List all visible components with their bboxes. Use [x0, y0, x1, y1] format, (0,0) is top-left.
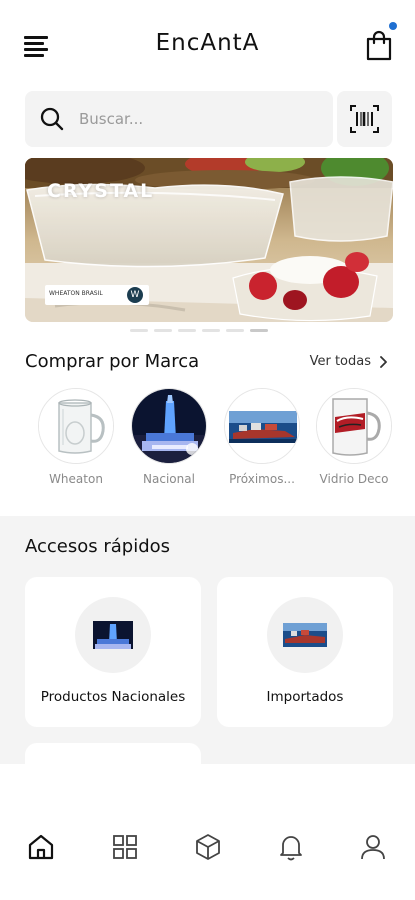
search-box[interactable] [25, 91, 333, 147]
carousel-dot-active[interactable] [250, 329, 268, 332]
promo-banner[interactable]: CRYSTAL WHEATON BRASIL W [25, 158, 393, 322]
brand-name: Nacional [143, 472, 195, 486]
brand-logo [316, 388, 392, 464]
search-input[interactable] [79, 91, 319, 147]
see-all-brands-link[interactable]: Ver todas [310, 354, 387, 369]
search-icon [39, 106, 65, 132]
banner-brand-text: CRYSTAL [47, 180, 155, 202]
brands-section-title: Comprar por Marca [25, 351, 200, 372]
card-icon [267, 597, 343, 673]
banner-logo-badge: W [127, 287, 143, 303]
search-bar [25, 91, 392, 147]
brand-name: Wheaton [49, 472, 103, 486]
see-all-label: Ver todas [309, 354, 371, 369]
card-label: Importados [266, 689, 344, 705]
card-icon [75, 597, 151, 673]
cart-notification-dot [389, 22, 397, 30]
app-title: EncAntA [155, 30, 260, 56]
carousel-dot[interactable] [178, 329, 196, 332]
brand-name: Próximos... [229, 472, 295, 486]
barcode-scan-button[interactable] [337, 91, 392, 147]
chevron-right-icon [380, 355, 387, 368]
brand-item-proximos[interactable]: Próximos... [222, 388, 302, 486]
brand-item-nacional[interactable]: Nacional [129, 388, 209, 486]
shopping-bag-icon[interactable] [363, 22, 397, 64]
app-header: EncAntA [0, 0, 415, 92]
banner-logo: WHEATON BRASIL W [45, 285, 149, 305]
card-label: Productos Nacionales [40, 689, 186, 705]
grid-icon[interactable] [110, 832, 140, 862]
brand-logo [224, 388, 300, 464]
brand-logo [131, 388, 207, 464]
quick-access-title: Accesos rápidos [25, 536, 171, 557]
bell-icon[interactable] [276, 832, 306, 862]
bottom-navigation [0, 764, 415, 900]
brand-logo [38, 388, 114, 464]
barcode-scan-icon [350, 105, 379, 133]
brand-name: Vidrio Deco [319, 472, 389, 486]
brand-item-wheaton[interactable]: Wheaton [36, 388, 116, 486]
carousel-dot[interactable] [202, 329, 220, 332]
user-icon[interactable] [358, 832, 388, 862]
carousel-dot[interactable] [154, 329, 172, 332]
banner-logo-text: WHEATON BRASIL [49, 290, 103, 297]
brand-item-vidrio-deco[interactable]: Vidrio Deco [314, 388, 394, 486]
home-icon[interactable] [26, 832, 56, 862]
carousel-indicator [130, 329, 268, 332]
box-icon[interactable] [193, 832, 223, 862]
carousel-dot[interactable] [130, 329, 148, 332]
carousel-dot[interactable] [226, 329, 244, 332]
quick-card-importados[interactable]: Importados [217, 577, 393, 727]
quick-card-productos-nacionales[interactable]: Productos Nacionales [25, 577, 201, 727]
